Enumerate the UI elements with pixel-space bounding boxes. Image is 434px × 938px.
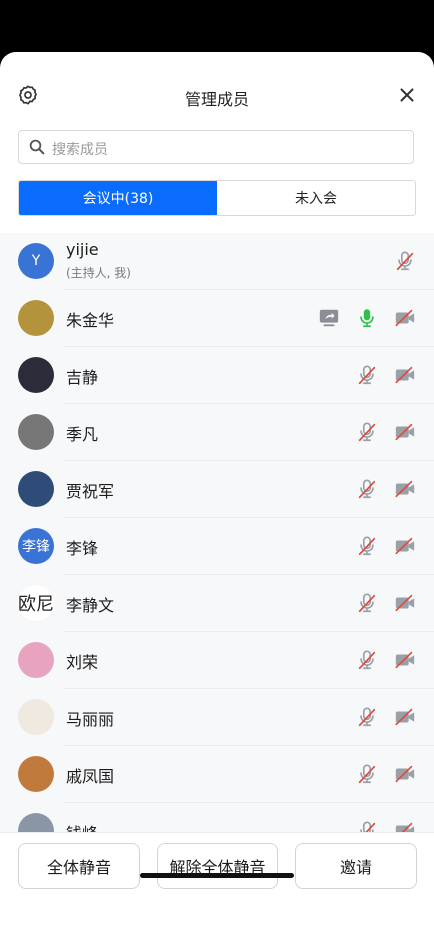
camera-off-icon[interactable] — [394, 763, 416, 785]
camera-off-icon[interactable] — [394, 307, 416, 329]
member-name: 吉静 — [66, 368, 99, 387]
camera-off-icon[interactable] — [394, 649, 416, 671]
tab-in-meeting[interactable]: 会议中(38) — [19, 181, 217, 215]
list-item[interactable]: 刘荣 — [0, 632, 434, 689]
mic-muted-icon[interactable] — [356, 649, 378, 671]
member-name: 季凡 — [66, 425, 99, 444]
unmute-all-button[interactable]: 解除全体静音 — [157, 843, 278, 889]
list-item[interactable]: 李锋 李锋 — [0, 518, 434, 575]
home-indicator[interactable] — [140, 873, 294, 878]
member-name: 刘荣 — [66, 653, 99, 672]
mic-on-icon[interactable] — [356, 307, 378, 329]
avatar: 李锋 — [18, 528, 54, 564]
avatar — [18, 642, 54, 678]
list-item[interactable]: 季凡 — [0, 404, 434, 461]
page-title: 管理成员 — [184, 90, 249, 109]
mic-muted-icon[interactable] — [394, 250, 416, 272]
screen-share-icon[interactable] — [318, 307, 340, 329]
camera-off-icon[interactable] — [394, 592, 416, 614]
list-item[interactable]: 马丽丽 — [0, 689, 434, 746]
camera-off-icon[interactable] — [394, 535, 416, 557]
mic-muted-icon[interactable] — [356, 478, 378, 500]
avatar — [18, 756, 54, 792]
mic-muted-icon[interactable] — [356, 592, 378, 614]
close-icon[interactable] — [396, 84, 418, 106]
list-item[interactable]: 欧尼 李静文 — [0, 575, 434, 632]
camera-off-icon[interactable] — [394, 478, 416, 500]
search-input[interactable]: 搜索成员 — [18, 130, 414, 164]
mute-all-button[interactable]: 全体静音 — [18, 843, 140, 889]
member-name: 李锋 — [66, 539, 99, 558]
avatar — [18, 300, 54, 336]
mic-muted-icon[interactable] — [356, 421, 378, 443]
list-item[interactable]: 吉静 — [0, 347, 434, 404]
mic-muted-icon[interactable] — [356, 763, 378, 785]
mic-muted-icon[interactable] — [356, 706, 378, 728]
camera-off-icon[interactable] — [394, 364, 416, 386]
list-item[interactable]: Yyijie (主持人, 我) — [0, 233, 434, 290]
member-name: 戚凤国 — [66, 767, 115, 786]
tab-not-joined[interactable]: 未入会 — [217, 181, 415, 215]
list-item[interactable]: 钱峰 — [0, 803, 434, 833]
avatar — [18, 699, 54, 735]
sheet-header: 管理成员 — [0, 52, 434, 138]
footer-actions: 全体静音 解除全体静音 邀请 — [0, 832, 434, 938]
member-list[interactable]: Yyijie (主持人, 我) 朱金华 吉静 季凡 贾祝军 李锋 李锋 欧尼 李静文 刘荣 马丽丽 戚凤… — [0, 233, 434, 833]
mic-muted-icon[interactable] — [356, 364, 378, 386]
member-name: yijie — [66, 240, 99, 259]
avatar — [18, 471, 54, 507]
member-tabs: 会议中(38) 未入会 — [18, 180, 416, 216]
list-item[interactable]: 戚凤国 — [0, 746, 434, 803]
mic-muted-icon[interactable] — [356, 535, 378, 557]
search-icon — [29, 139, 45, 155]
member-name: 朱金华 — [66, 311, 115, 330]
camera-off-icon[interactable] — [394, 706, 416, 728]
avatar — [18, 813, 54, 833]
member-name: 马丽丽 — [66, 710, 115, 729]
avatar — [18, 357, 54, 393]
member-name: 贾祝军 — [66, 482, 115, 501]
avatar — [18, 414, 54, 450]
invite-button[interactable]: 邀请 — [295, 843, 417, 889]
list-item[interactable]: 贾祝军 — [0, 461, 434, 518]
member-role: (主持人, 我) — [66, 266, 131, 280]
avatar: Y — [18, 243, 54, 279]
list-item[interactable]: 朱金华 — [0, 290, 434, 347]
member-name: 李静文 — [66, 596, 115, 615]
manage-members-sheet: 管理成员 搜索成员 会议中(38) 未入会 Yyijie (主持人, 我) 朱金华吉… — [0, 52, 434, 938]
camera-off-icon[interactable] — [394, 421, 416, 443]
search-placeholder: 搜索成员 — [52, 142, 108, 158]
avatar: 欧尼 — [18, 585, 54, 621]
